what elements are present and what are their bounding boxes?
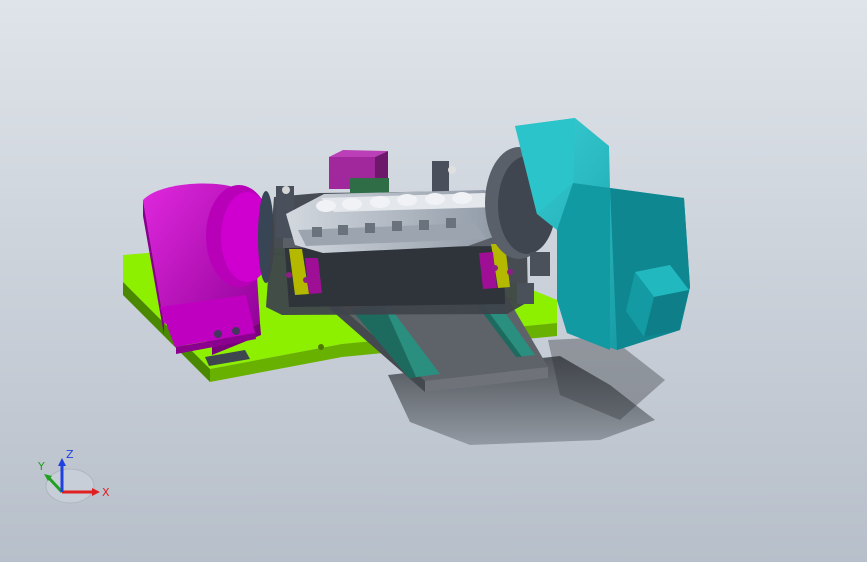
left-drive-motor[interactable] xyxy=(143,183,274,366)
x-axis-arrow-head xyxy=(92,488,100,496)
y-axis-label: Y xyxy=(37,460,45,473)
engine-cylinder-head-part[interactable] xyxy=(286,190,500,253)
cad-model-view[interactable] xyxy=(0,0,867,562)
coordinate-triad: Y Z X xyxy=(37,448,110,504)
x-axis-label: X xyxy=(102,486,110,499)
z-axis-arrow-head xyxy=(58,458,66,466)
z-axis-label: Z xyxy=(66,448,74,461)
graphics-viewport[interactable]: Y Z X xyxy=(0,0,867,562)
